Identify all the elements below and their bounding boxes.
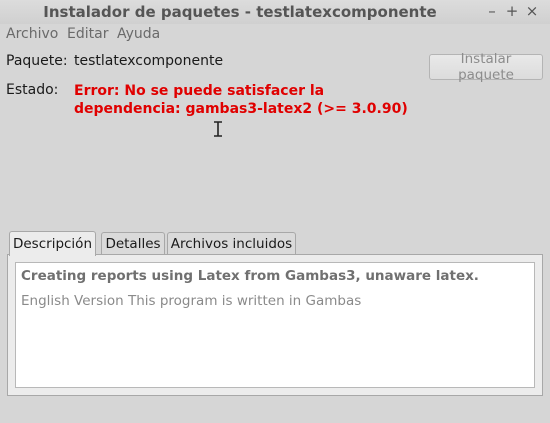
window-title: Instalador de paquetes - testlatexcompon… xyxy=(43,3,437,21)
tab-archivos-incluidos[interactable]: Archivos incluidos xyxy=(167,232,296,254)
package-label: Paquete: xyxy=(6,53,68,69)
tab-detalles[interactable]: Detalles xyxy=(101,232,165,254)
status-error-line-2: dependencia: gambas3-latex2 (>= 3.0.90) xyxy=(74,101,408,117)
package-name: testlatexcomponente xyxy=(74,53,224,69)
status-label: Estado: xyxy=(6,82,59,98)
text-cursor-icon xyxy=(214,121,222,137)
close-icon[interactable]: × xyxy=(524,2,540,20)
title-bar: Instalador de paquetes - testlatexcompon… xyxy=(0,0,550,24)
description-textbox[interactable]: Creating reports using Latex from Gambas… xyxy=(15,262,535,388)
install-package-button[interactable]: Instalar paquete xyxy=(429,51,543,83)
menu-bar: Archivo Editar Ayuda xyxy=(0,24,550,46)
menu-archivo[interactable]: Archivo xyxy=(6,26,58,42)
description-panel: Creating reports using Latex from Gambas… xyxy=(7,254,543,396)
menu-editar[interactable]: Editar xyxy=(67,26,108,42)
tab-descripcion[interactable]: Descripción xyxy=(9,231,96,256)
description-body: English Version This program is written … xyxy=(21,293,362,309)
minimize-icon[interactable]: – xyxy=(484,2,500,20)
description-summary: Creating reports using Latex from Gambas… xyxy=(21,268,479,284)
maximize-icon[interactable]: + xyxy=(504,2,520,20)
menu-ayuda[interactable]: Ayuda xyxy=(117,26,160,42)
status-error-line-1: Error: No se puede satisfacer la xyxy=(74,83,325,99)
status-error: Error: No se puede satisfacer la depende… xyxy=(74,82,434,118)
